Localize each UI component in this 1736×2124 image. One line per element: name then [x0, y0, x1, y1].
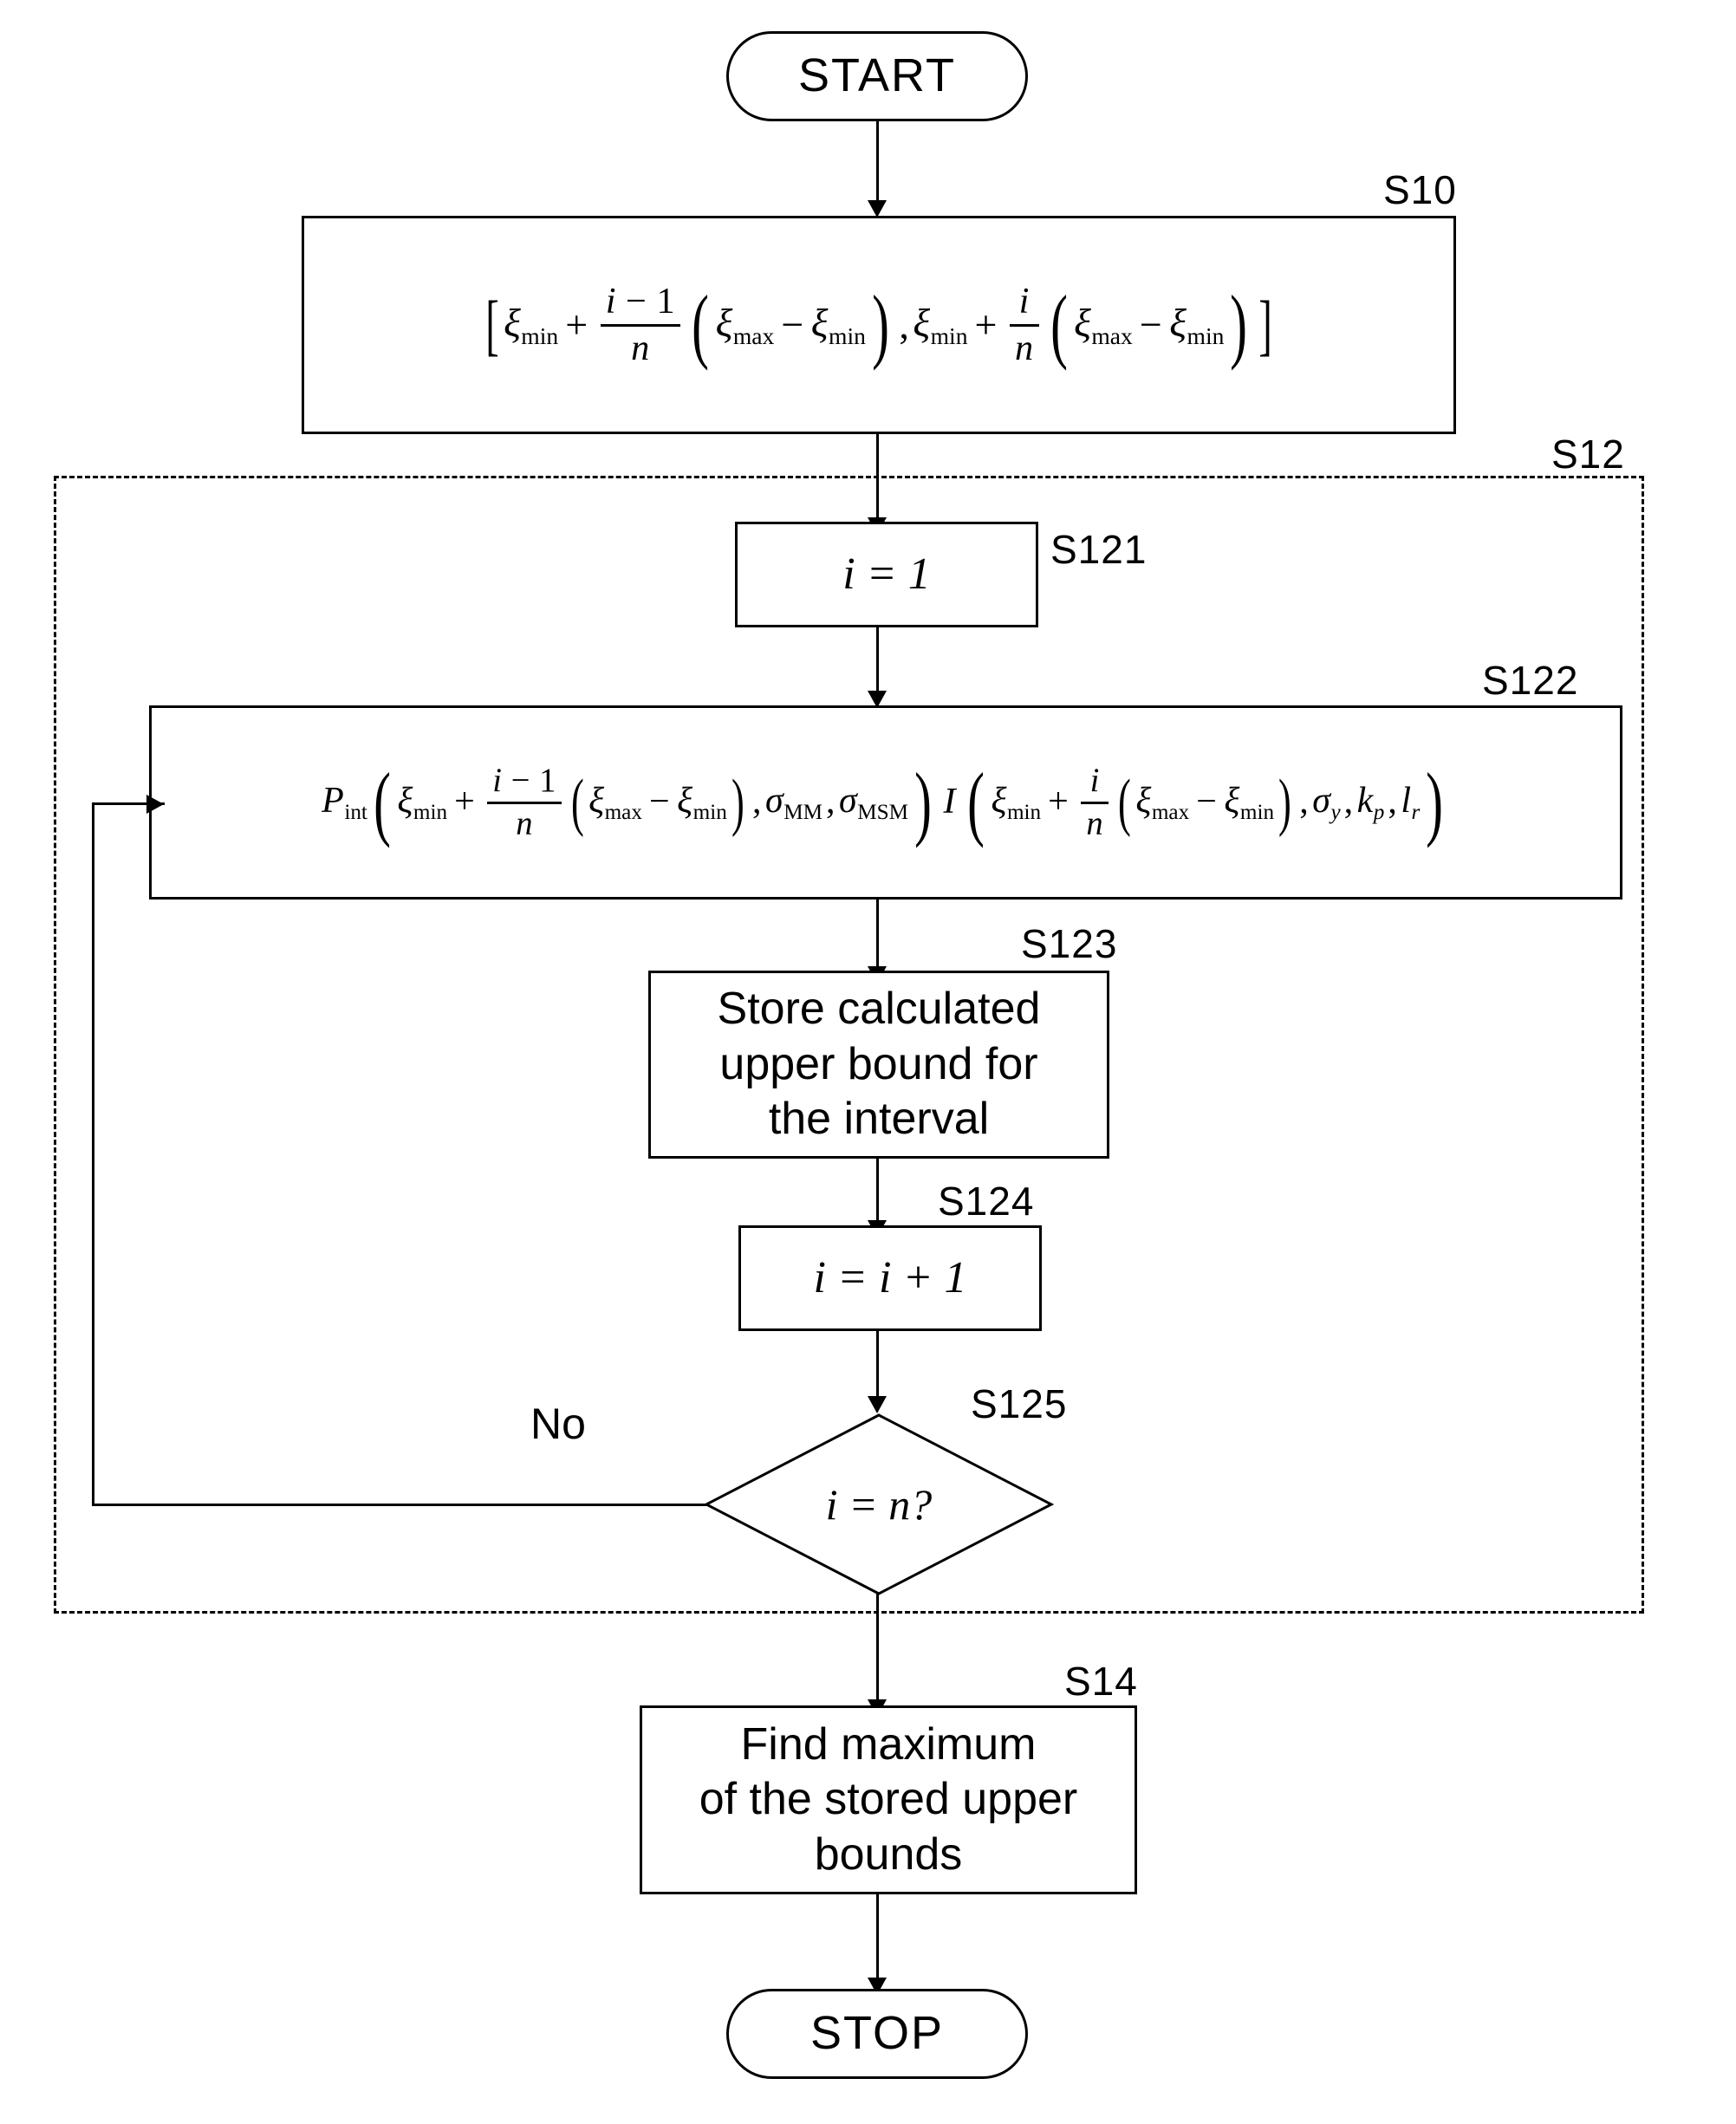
node-s122-formula: Pint ( ξmin + i − 1 n ( ξmax − ξmin ) , … — [322, 756, 1444, 849]
node-s121[interactable]: i = 1 — [735, 522, 1038, 627]
edge-s14-to-stop — [876, 1894, 879, 1985]
node-s123-line-3: the interval — [768, 1094, 990, 1145]
node-s125-label: i = n? — [825, 1480, 933, 1529]
node-s123[interactable]: Store calculated upper bound for the int… — [648, 971, 1109, 1159]
edge-start-to-s10 — [876, 121, 879, 208]
node-s121-label: i = 1 — [842, 549, 931, 600]
node-s124[interactable]: i = i + 1 — [738, 1225, 1042, 1331]
node-s10-formula: [ ξmin + i − 1 n ( ξmax − ξmin ) , ξmin … — [484, 278, 1273, 372]
arrowhead-no-to-s122 — [146, 795, 164, 814]
node-start-label: START — [797, 49, 957, 102]
node-stop[interactable]: STOP — [726, 1989, 1028, 2079]
flowchart-canvas: START S10 [ ξmin + i − 1 n ( ξmax − ξmin… — [0, 0, 1736, 2124]
step-label-s14: S14 — [1064, 1659, 1138, 1704]
node-s123-line-2: upper bound for — [719, 1038, 1038, 1089]
node-s125[interactable]: i = n? — [704, 1413, 1054, 1596]
edge-no-vertical — [92, 802, 94, 1506]
step-label-s123: S123 — [1021, 921, 1118, 966]
edge-s125-to-s14 — [876, 1594, 879, 1707]
arrowhead-s124-to-s125 — [868, 1396, 887, 1413]
node-s122[interactable]: Pint ( ξmin + i − 1 n ( ξmax − ξmin ) , … — [149, 705, 1622, 900]
edge-s122-to-s123 — [876, 900, 879, 974]
step-label-s12: S12 — [1551, 432, 1625, 477]
node-s14[interactable]: Find maximum of the stored upper bounds — [640, 1705, 1137, 1894]
edge-no-horizontal — [92, 1504, 707, 1506]
node-s14-line-2: of the stored upper — [699, 1774, 1078, 1825]
edge-s124-to-s125 — [876, 1331, 879, 1404]
step-label-s10: S10 — [1383, 167, 1457, 212]
step-label-s121: S121 — [1050, 527, 1148, 572]
node-s123-line-1: Store calculated — [717, 984, 1041, 1035]
node-s14-line-3: bounds — [814, 1828, 963, 1880]
node-s14-line-1: Find maximum — [740, 1718, 1037, 1770]
node-s10[interactable]: [ ξmin + i − 1 n ( ξmax − ξmin ) , ξmin … — [302, 216, 1456, 434]
step-label-s124: S124 — [938, 1179, 1035, 1224]
edge-label-no: No — [530, 1400, 586, 1448]
arrowhead-start-to-s10 — [868, 200, 887, 218]
node-s124-label: i = i + 1 — [813, 1253, 967, 1303]
edge-s123-to-s124 — [876, 1159, 879, 1228]
step-label-s122: S122 — [1482, 658, 1579, 703]
node-start[interactable]: START — [726, 31, 1028, 121]
edge-s121-to-s122 — [876, 627, 879, 698]
node-stop-label: STOP — [809, 2007, 945, 2060]
